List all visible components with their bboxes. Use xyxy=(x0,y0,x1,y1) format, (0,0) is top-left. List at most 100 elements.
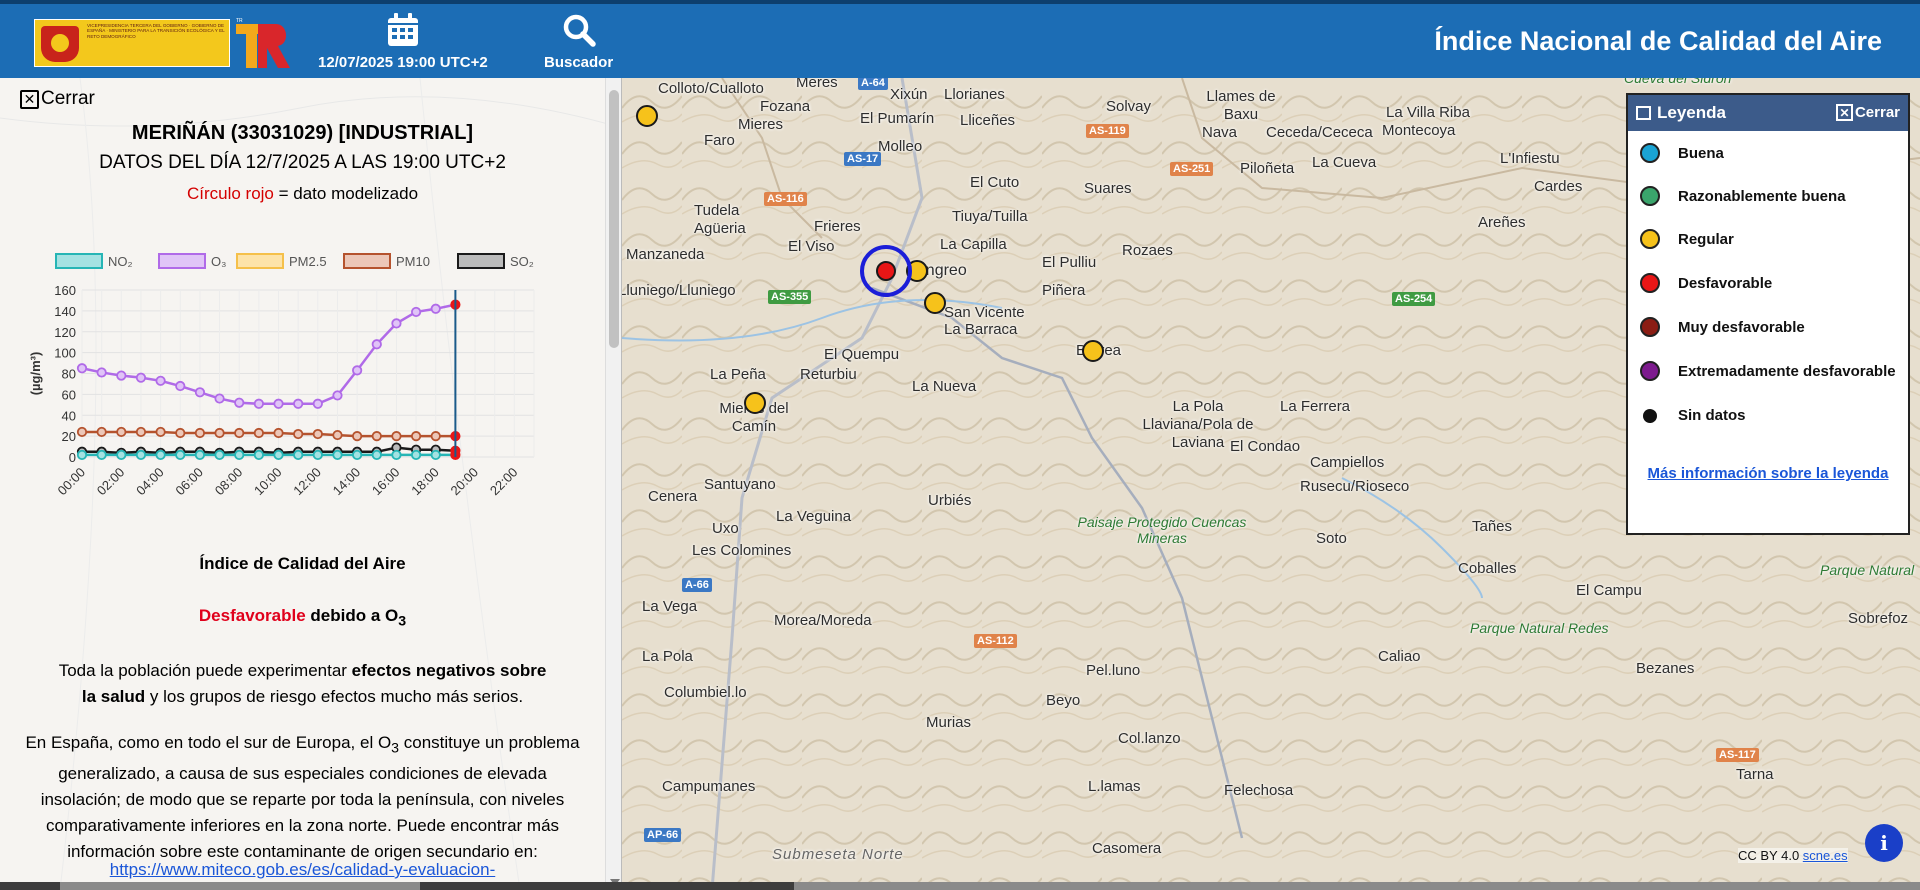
data-point xyxy=(155,449,166,461)
data-point xyxy=(332,429,343,441)
data-point xyxy=(312,398,323,409)
chart-series xyxy=(76,299,461,461)
y-tick-label: 100 xyxy=(54,346,76,361)
close-legend-button[interactable]: ✕ Cerrar xyxy=(1835,104,1900,121)
data-point xyxy=(273,427,284,439)
x-tick-label: 18:00 xyxy=(408,465,442,499)
map-label: Morea/Moreda xyxy=(774,612,872,629)
legend-swatch xyxy=(1640,361,1660,381)
legend-label: Desfavorable xyxy=(1678,274,1773,292)
road-label: A-64 xyxy=(858,78,888,90)
scrollbar-thumb[interactable] xyxy=(609,90,619,348)
map-label: Fozana xyxy=(760,98,811,115)
station-marker-regular[interactable] xyxy=(924,292,946,314)
y-axis-label: (µg/m³) xyxy=(28,352,43,396)
app-header: VICEPRESIDENCIA TERCERA DEL GOBIERNO · G… xyxy=(0,0,1920,78)
road-label: AS-117 xyxy=(1716,748,1759,762)
attribution-link[interactable]: scne.es xyxy=(1803,848,1848,863)
data-point xyxy=(116,426,127,438)
data-point xyxy=(96,426,107,438)
map-label: Tañes xyxy=(1472,518,1513,535)
data-point xyxy=(253,427,264,439)
map-label: Felechosa xyxy=(1224,782,1294,799)
close-icon: ✕ xyxy=(20,89,39,109)
station-panel: ✕ Cerrar MERIÑÁN (33031029) [INDUSTRIAL]… xyxy=(0,78,622,890)
coat-of-arms-icon xyxy=(41,26,79,62)
map-label: Soto xyxy=(1316,530,1347,547)
map-label: Returbiu xyxy=(800,366,857,383)
data-point xyxy=(214,449,225,461)
legend-label: Razonablemente buena xyxy=(1678,187,1846,205)
map-label: Campiellos xyxy=(1310,454,1385,471)
map-label: El Cuto xyxy=(970,174,1020,191)
chart-legend: NO₂ O₃ PM2.5 PM10 SO₂ xyxy=(55,253,534,269)
x-tick-label: 10:00 xyxy=(251,465,285,499)
map-label: El Condao xyxy=(1230,438,1301,455)
y-tick-label: 40 xyxy=(62,408,76,423)
data-point xyxy=(234,427,245,439)
data-point xyxy=(312,428,323,440)
data-point xyxy=(155,426,166,438)
legend-item: Extremadamente desfavorable xyxy=(1640,361,1896,381)
map-label: Coballes xyxy=(1458,560,1517,577)
map-label: Suares xyxy=(1084,180,1132,197)
legend-more-info-link[interactable]: Más información sobre la leyenda xyxy=(1628,465,1908,482)
map-label: La Capilla xyxy=(940,236,1007,253)
info-button[interactable]: i xyxy=(1865,824,1903,862)
map-label: Paisaje Protegido Cuencas Mineras xyxy=(1077,514,1247,546)
data-point xyxy=(352,365,363,376)
data-point xyxy=(96,367,107,378)
data-point xyxy=(175,380,186,392)
more-info-link[interactable]: https://www.miteco.gob.es/es/calidad-y-e… xyxy=(0,860,605,880)
station-marker-regular[interactable] xyxy=(1082,340,1104,362)
bottom-scrollbar-thumb[interactable] xyxy=(420,882,794,890)
road-label: AS-116 xyxy=(764,192,807,206)
close-legend-label: Cerrar xyxy=(1854,104,1900,121)
map-label: Lliceñes xyxy=(960,112,1016,129)
legend-item: Muy desfavorable xyxy=(1640,317,1805,337)
x-tick-label: 16:00 xyxy=(369,465,403,499)
pollutant-chart: NO₂ O₃ PM2.5 PM10 SO₂ 0204060801001201401600… xyxy=(28,253,535,499)
station-marker-unfavorable[interactable] xyxy=(876,261,896,281)
map-label: El Quempu xyxy=(824,346,900,363)
map-label: La Cueva xyxy=(1312,154,1377,171)
x-tick-label: 00:00 xyxy=(55,465,89,499)
legend-swatch xyxy=(55,253,103,269)
data-point xyxy=(391,449,402,461)
data-point xyxy=(214,393,225,404)
search-icon xyxy=(563,14,596,47)
station-marker-regular[interactable] xyxy=(636,105,658,127)
model-note: Círculo rojo = dato modelizado xyxy=(0,184,605,204)
legend-swatch xyxy=(1643,408,1657,423)
model-note-red: Círculo rojo xyxy=(186,184,274,203)
legend-item: Buena xyxy=(1640,143,1724,163)
logo-text: VICEPRESIDENCIA TERCERA DEL GOBIERNO · G… xyxy=(87,23,225,39)
x-tick-label: 12:00 xyxy=(290,465,324,499)
data-point xyxy=(410,306,422,318)
info-text-1: En España, como en todo el sur de Europa… xyxy=(25,733,392,752)
search-button[interactable]: Buscador xyxy=(544,12,613,71)
x-tick-label: 20:00 xyxy=(448,465,482,499)
map-label: Casomera xyxy=(1092,840,1162,857)
close-panel-button[interactable]: ✕ Cerrar xyxy=(20,88,95,110)
data-point xyxy=(76,426,88,438)
map-label: Campumanes xyxy=(662,778,756,795)
info-text-sub: 3 xyxy=(391,740,400,757)
data-point xyxy=(293,428,304,440)
panel-scrollbar[interactable] xyxy=(605,78,621,890)
map-label: Parque Natural xyxy=(1820,562,1915,578)
date-button[interactable]: 12/07/2025 19:00 UTC+2 xyxy=(318,12,488,71)
station-marker-regular[interactable] xyxy=(744,392,766,414)
map-label: Frieres xyxy=(814,218,861,235)
legend-label: NO₂ xyxy=(108,254,133,269)
data-point xyxy=(410,431,422,442)
map-label: El Pumarín xyxy=(860,110,935,127)
map-label: Submeseta Norte xyxy=(772,846,904,863)
bottom-scrollbar[interactable] xyxy=(0,882,1920,890)
aqi-title: Índice de Calidad del Aire xyxy=(199,554,406,573)
recovery-plan-logo: TR xyxy=(236,18,290,68)
map-label: Montecoya xyxy=(1382,122,1456,139)
map-label: La Peña xyxy=(710,366,766,383)
map-label: Llorianes xyxy=(944,86,1005,103)
map-label: Ceceda/Cececa xyxy=(1266,124,1373,141)
